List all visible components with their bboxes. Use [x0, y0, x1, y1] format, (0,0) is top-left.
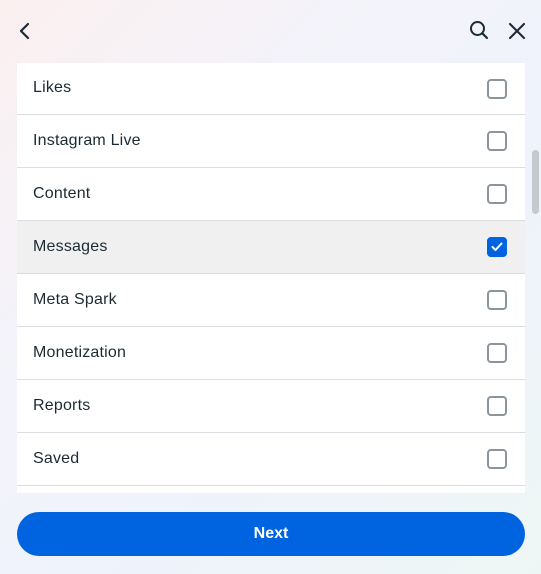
checkbox[interactable]	[487, 78, 507, 99]
list-item-label: Content	[33, 185, 91, 202]
search-button[interactable]	[465, 16, 493, 44]
checkbox[interactable]	[487, 343, 507, 363]
back-button[interactable]	[11, 17, 39, 45]
list-item-partial[interactable]	[17, 486, 525, 493]
list-item[interactable]: Content	[17, 168, 525, 221]
list-item[interactable]: Instagram Live	[17, 115, 525, 168]
list-item[interactable]: Saved	[17, 433, 525, 486]
list-item[interactable]: Meta Spark	[17, 274, 525, 327]
dialog: Likes Instagram Live Content Messages Me…	[0, 0, 541, 574]
dialog-footer: Next	[0, 493, 541, 574]
list-item-label: Saved	[33, 450, 80, 467]
option-list: Likes Instagram Live Content Messages Me…	[17, 63, 525, 493]
search-icon	[470, 21, 489, 40]
checkmark-icon	[491, 242, 503, 251]
list-item[interactable]: Monetization	[17, 327, 525, 380]
checkbox[interactable]	[487, 449, 507, 469]
close-icon	[508, 22, 526, 40]
chevron-left-icon	[19, 22, 30, 40]
next-button[interactable]: Next	[17, 512, 525, 556]
list-item-label: Instagram Live	[33, 132, 141, 149]
list-item-label: Meta Spark	[33, 291, 117, 308]
checkbox[interactable]	[487, 396, 507, 416]
list-item[interactable]: Likes	[17, 63, 525, 115]
list-item-label: Messages	[33, 238, 108, 255]
list-item-label: Reports	[33, 397, 91, 414]
checkbox-checked[interactable]	[487, 237, 507, 257]
checkbox[interactable]	[487, 131, 507, 151]
checkbox[interactable]	[487, 184, 507, 204]
list-item[interactable]: Reports	[17, 380, 525, 433]
dialog-header	[0, 0, 541, 63]
list-item-label: Monetization	[33, 344, 127, 361]
scrollbar-thumb[interactable]	[532, 150, 539, 214]
list-item-label: Likes	[33, 79, 72, 96]
checkbox[interactable]	[487, 290, 507, 310]
list-item-selected[interactable]: Messages	[17, 221, 525, 274]
close-button[interactable]	[503, 17, 531, 45]
